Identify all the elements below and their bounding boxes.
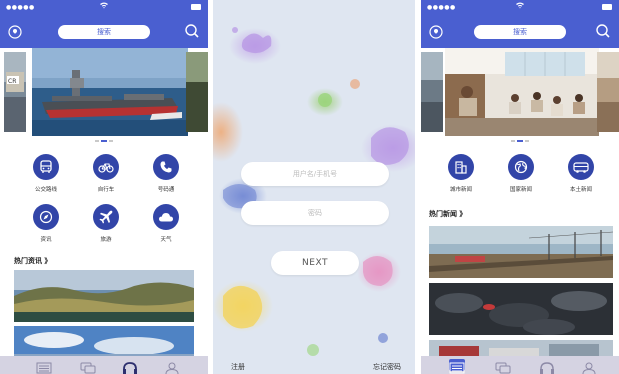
- grid-item-label: 本土新闻: [569, 187, 592, 193]
- tab-chat[interactable]: [495, 359, 511, 374]
- grid-item-label: 自行车: [97, 187, 115, 193]
- cloud-icon: [153, 204, 179, 230]
- grid-item-city-news[interactable]: 城市新闻: [431, 154, 491, 193]
- location-icon[interactable]: [429, 24, 443, 39]
- forgot-password-link[interactable]: 忘记密码: [373, 362, 401, 372]
- username-field[interactable]: 用户名/手机号: [241, 162, 389, 186]
- compass-icon: [33, 204, 59, 230]
- battery-icon: [191, 4, 201, 10]
- news-thumbnail-landscape[interactable]: [14, 270, 194, 322]
- grid-item-label: 号码通: [157, 187, 175, 193]
- bicycle-icon: [93, 154, 119, 180]
- signal-indicator: ●●●●●: [6, 4, 35, 11]
- location-icon[interactable]: [8, 24, 22, 39]
- building-icon: [448, 154, 474, 180]
- grid-item-national-news[interactable]: 国家新闻: [491, 154, 551, 193]
- grid-item-weather[interactable]: 天气: [136, 204, 196, 243]
- search-bar[interactable]: 搜索: [474, 25, 566, 39]
- banner-prev-image: CR: [4, 52, 26, 132]
- banner-next-image: [186, 52, 208, 132]
- svg-text:CR: CR: [8, 78, 16, 85]
- grid-item-phone[interactable]: 号码通: [136, 154, 196, 193]
- hot-info-title[interactable]: 热门资讯 》: [14, 256, 51, 266]
- news-banner-carousel[interactable]: [421, 48, 619, 136]
- phone-icon: [153, 154, 179, 180]
- carousel-indicator: [421, 140, 619, 142]
- paint-splash-background: [213, 0, 415, 374]
- grid-item-local-news[interactable]: 本土新闻: [551, 154, 611, 193]
- search-icon[interactable]: [184, 23, 200, 39]
- bus-icon: [568, 154, 594, 180]
- battery-icon: [602, 4, 612, 10]
- home-banner-carousel[interactable]: CR: [0, 48, 208, 136]
- search-bar[interactable]: 搜索: [58, 25, 150, 39]
- signal-indicator: ●●●●●: [427, 4, 456, 11]
- hot-news-title[interactable]: 热门新闻 》: [429, 209, 466, 219]
- news-thumbnail-railway[interactable]: [429, 226, 613, 278]
- news-screen: ●●●●● 搜索 城市新闻 国家新闻 本土新闻 热门新闻 》: [421, 0, 619, 374]
- tab-list[interactable]: [449, 359, 465, 374]
- grid-item-label: 城市新闻: [449, 187, 472, 193]
- grid-item-label: 天气: [160, 237, 172, 243]
- home-screen: ●●●●● 搜索 CR 公交路线 自行车 号码通 资讯 旅游 天气 热门资讯 》: [0, 0, 208, 374]
- status-bar: ●●●●●: [0, 0, 208, 14]
- login-screen: 用户名/手机号 密码 NEXT 注册 忘记密码: [213, 0, 415, 374]
- grid-item-news-info[interactable]: 资讯: [16, 204, 76, 243]
- grid-item-label: 旅游: [100, 237, 112, 243]
- grid-item-label: 国家新闻: [509, 187, 532, 193]
- home-header: ●●●●● 搜索: [0, 0, 208, 48]
- tab-headphones[interactable]: [539, 359, 555, 374]
- grid-item-label: 资讯: [40, 237, 52, 243]
- grid-item-bus-route[interactable]: 公交路线: [16, 154, 76, 193]
- carousel-indicator: [0, 140, 208, 142]
- news-header: ●●●●● 搜索: [421, 0, 619, 48]
- tab-user[interactable]: [164, 359, 180, 374]
- register-link[interactable]: 注册: [231, 362, 245, 372]
- wifi-icon: [100, 2, 108, 11]
- tab-user[interactable]: [581, 359, 597, 374]
- grid-item-label: 公交路线: [34, 187, 57, 193]
- password-field[interactable]: 密码: [241, 201, 389, 225]
- banner-image-ship: [32, 48, 188, 136]
- banner-next-image: [597, 52, 619, 132]
- grid-item-travel[interactable]: 旅游: [76, 204, 136, 243]
- news-tab-bar: [421, 356, 619, 374]
- home-tab-bar: [0, 356, 208, 374]
- bus-icon: [33, 154, 59, 180]
- wifi-icon: [516, 2, 524, 11]
- status-bar: ●●●●●: [421, 0, 619, 14]
- globe-icon: [508, 154, 534, 180]
- tab-chat[interactable]: [80, 359, 96, 374]
- search-icon[interactable]: [595, 23, 611, 39]
- next-button[interactable]: NEXT: [271, 251, 359, 275]
- banner-prev-image: [421, 52, 443, 132]
- tab-headphones[interactable]: [122, 359, 138, 374]
- news-thumbnail-rocks[interactable]: [429, 283, 613, 335]
- grid-item-bicycle[interactable]: 自行车: [76, 154, 136, 193]
- tab-list[interactable]: [36, 359, 52, 374]
- banner-image-meeting: [445, 48, 599, 136]
- airplane-icon: [93, 204, 119, 230]
